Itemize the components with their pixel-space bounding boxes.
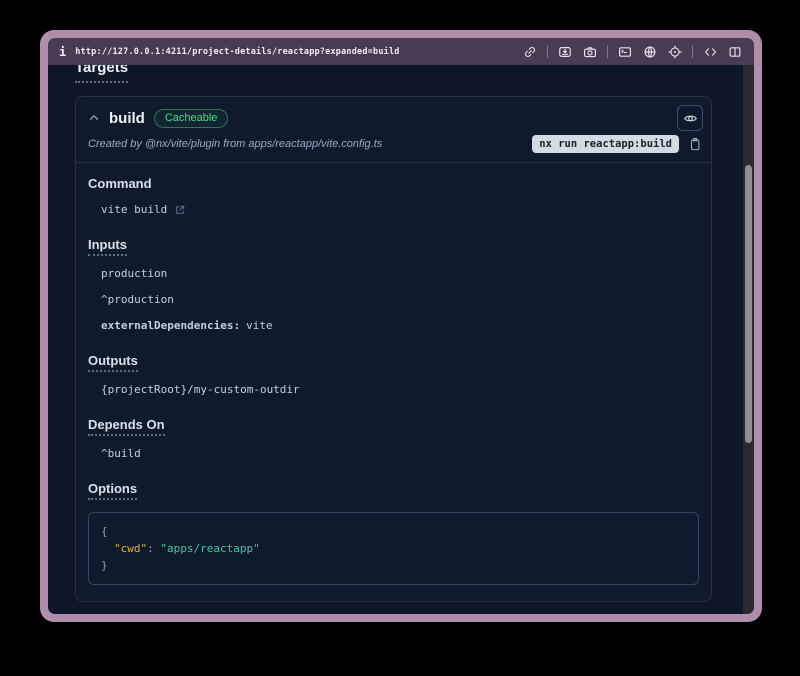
split-view-icon[interactable] [727,44,743,60]
target-icon[interactable] [667,44,683,60]
command-label: Command [88,177,152,190]
toolbar-divider [692,45,693,58]
options-json-block: { "cwd": "apps/reactapp" } [88,512,699,585]
page-content: Targets build Cacheable [48,65,754,614]
input-item: ^production [101,292,699,308]
view-target-graph-button[interactable] [677,105,703,131]
command-text: vite build [101,202,167,218]
scrollbar-track[interactable] [743,65,754,614]
project-details-view: Targets build Cacheable [48,65,743,614]
depends-on-item: ^build [101,446,699,462]
command-value: vite build [101,202,699,218]
globe-icon[interactable] [642,44,658,60]
terminal-icon[interactable] [617,44,633,60]
chevron-up-icon[interactable] [88,112,100,124]
build-card-header[interactable]: build Cacheable [76,97,711,131]
download-icon[interactable] [557,44,573,60]
target-card-build: build Cacheable Created by @nx/vite/plug… [75,96,712,602]
camera-icon[interactable] [582,44,598,60]
toolbar-divider [547,45,548,58]
json-line: { [101,523,686,540]
json-line: "cwd": "apps/reactapp" [101,540,686,557]
outputs-label: Outputs [88,354,138,372]
inputs-label: Inputs [88,238,127,256]
browser-toolbar: i http://127.0.0.1:4211/project-details/… [48,38,754,65]
scrollbar-thumb[interactable] [745,165,752,443]
address-bar[interactable]: http://127.0.0.1:4211/project-details/re… [75,47,399,57]
input-value: vite [246,319,273,332]
toolbar-divider [607,45,608,58]
toolbar-actions [522,44,743,60]
app-window: i http://127.0.0.1:4211/project-details/… [40,30,762,622]
targets-heading: Targets [75,65,128,83]
created-by-text: Created by @nx/vite/plugin from apps/rea… [88,138,382,150]
depends-on-label: Depends On [88,418,165,436]
copy-icon[interactable] [687,136,703,152]
input-item: externalDependencies: vite [101,318,699,334]
run-command-chip: nx run reactapp:build [532,135,679,153]
input-key: externalDependencies: [101,319,240,332]
info-icon[interactable]: i [59,45,66,59]
screenshot-canvas: i http://127.0.0.1:4211/project-details/… [0,0,800,676]
link-icon[interactable] [522,44,538,60]
build-card-body: Command vite build Inputs product [76,163,711,601]
json-line: } [101,557,686,574]
output-item: {projectRoot}/my-custom-outdir [101,382,699,398]
options-label: Options [88,482,137,500]
input-item: production [101,266,699,282]
external-link-icon[interactable] [174,204,186,216]
build-card-subheader: Created by @nx/vite/plugin from apps/rea… [76,131,711,163]
cacheable-badge: Cacheable [154,109,229,128]
code-icon[interactable] [702,44,718,60]
target-name: build [109,110,145,127]
